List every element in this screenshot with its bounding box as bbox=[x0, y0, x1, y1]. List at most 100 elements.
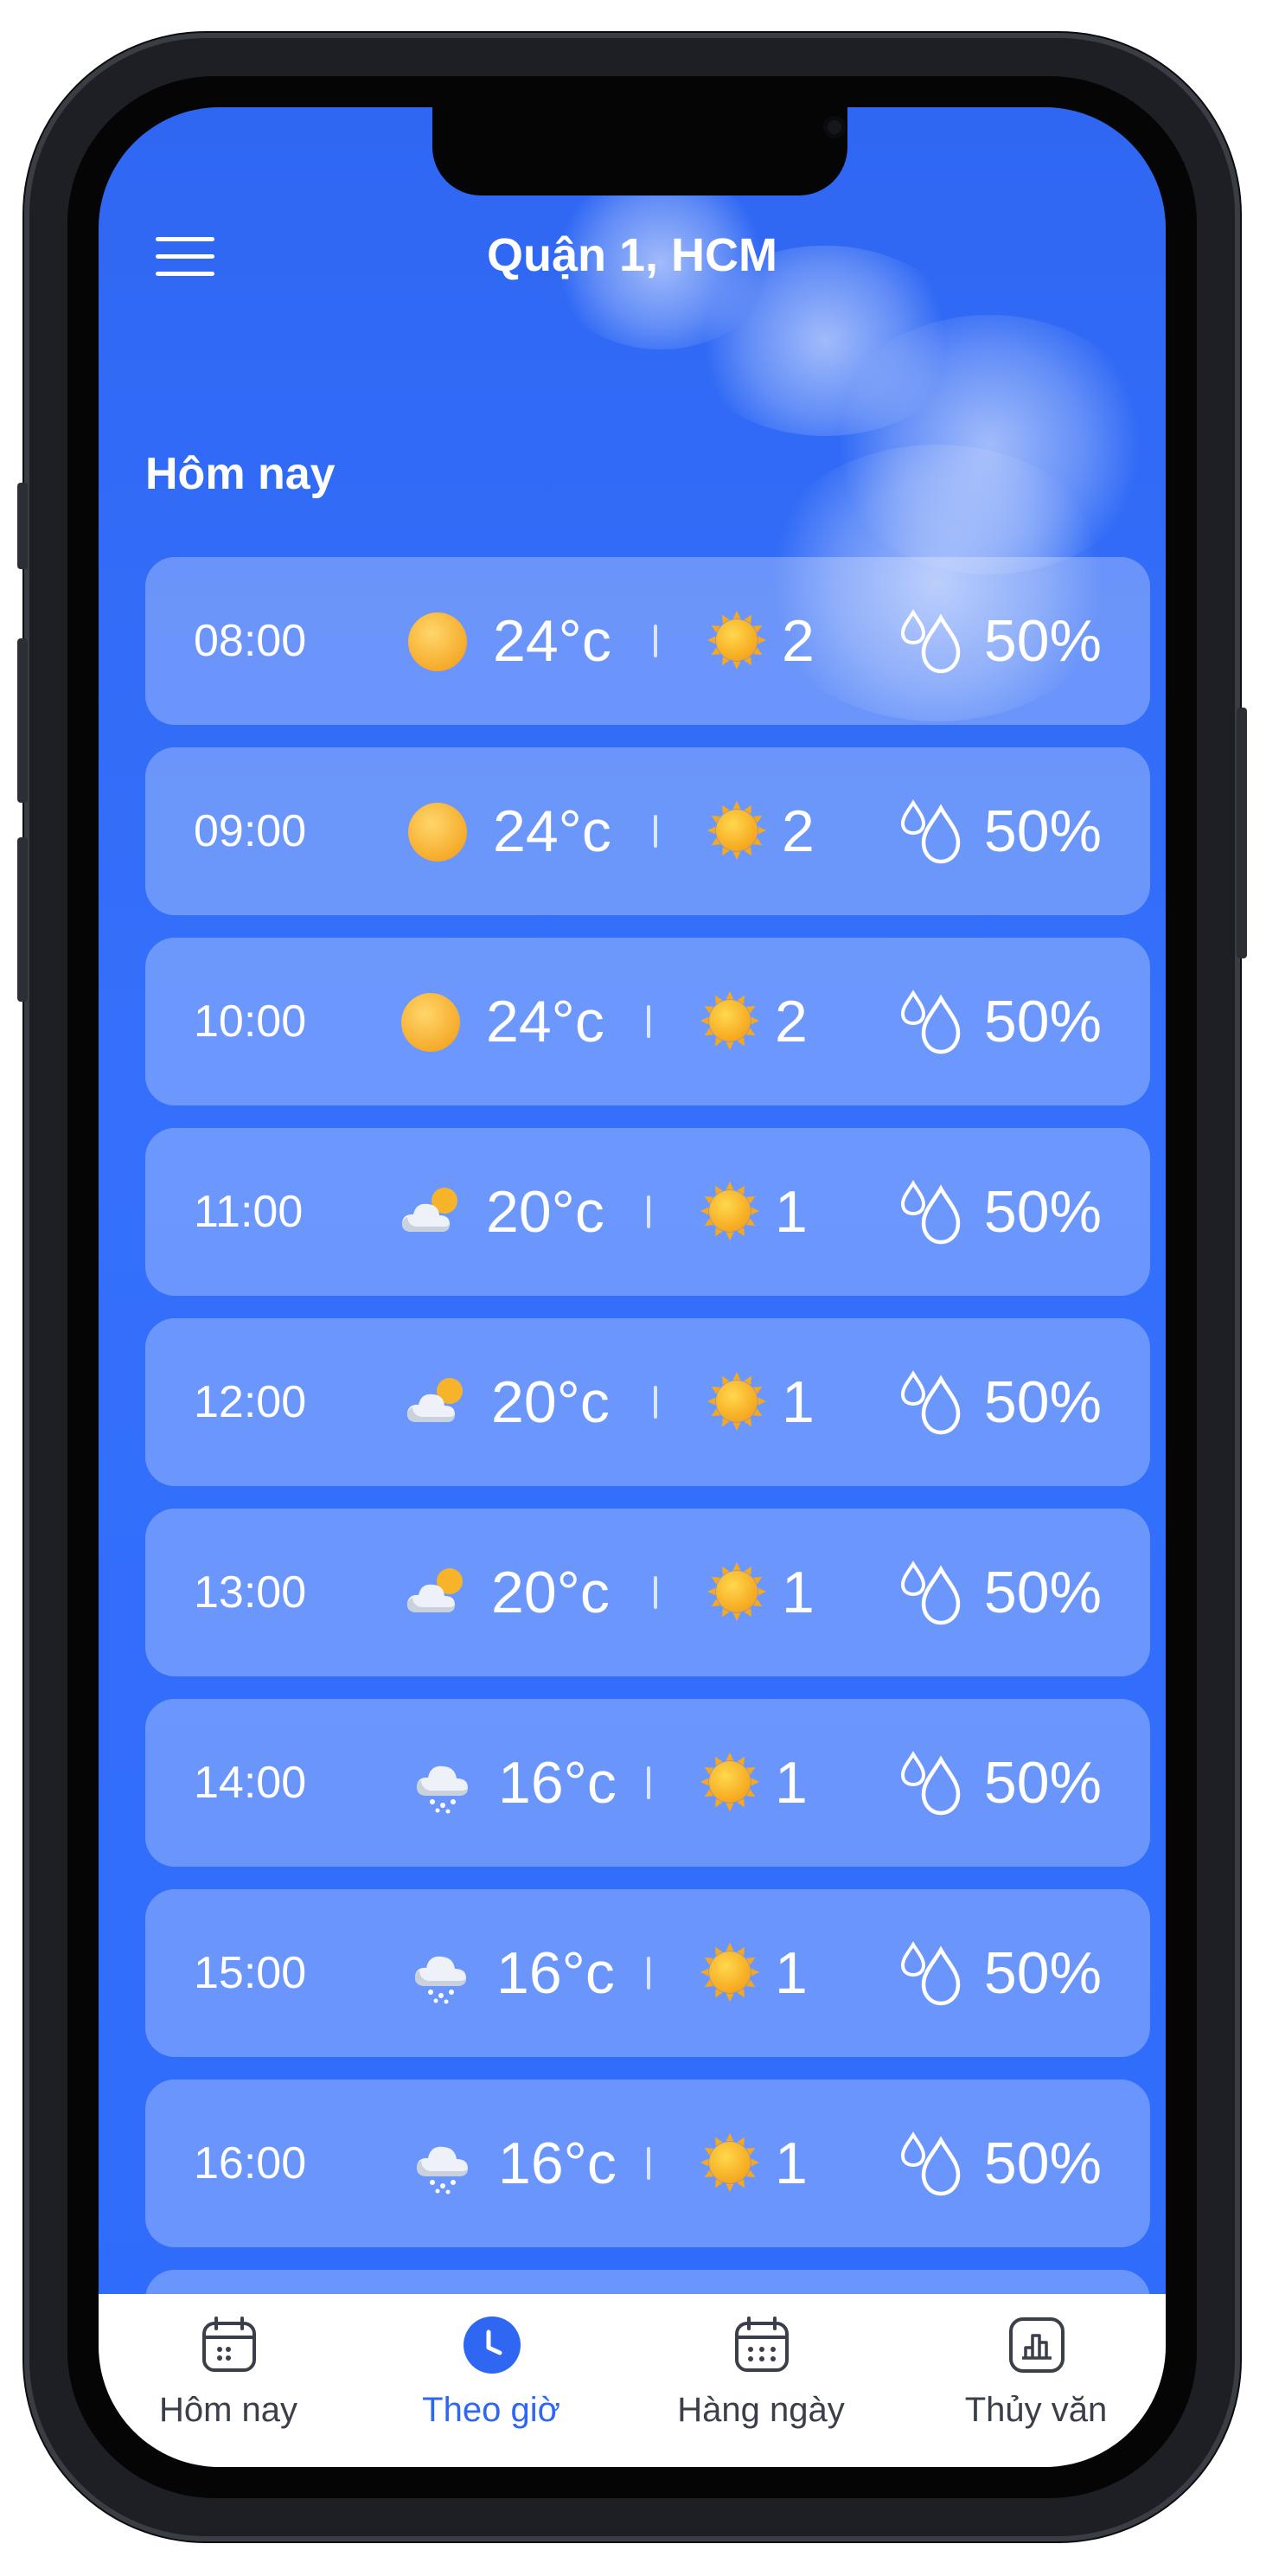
uv-sun-icon bbox=[704, 798, 770, 863]
hour-time: 12:00 bbox=[194, 1377, 307, 1427]
chart-icon bbox=[1009, 2317, 1065, 2373]
uv-index: 1 bbox=[782, 1369, 815, 1435]
location-title[interactable]: Quận 1, HCM bbox=[99, 228, 1166, 282]
humidity-value: 50% bbox=[983, 989, 1102, 1054]
humidity-drops-icon bbox=[898, 2130, 965, 2199]
calendar-grid-icon bbox=[735, 2316, 789, 2372]
hour-temperature: 16°c bbox=[498, 2131, 617, 2196]
uv-sun-icon bbox=[704, 1368, 770, 1434]
hour-time: 09:00 bbox=[194, 806, 307, 856]
hour-row[interactable]: 11:00 20°c 1 50% bbox=[145, 1128, 1150, 1296]
hour-time: 14:00 bbox=[194, 1758, 307, 1808]
uv-sun-icon bbox=[697, 1939, 763, 2005]
tab-label: Theo giờ bbox=[422, 2391, 560, 2429]
action-button bbox=[17, 483, 28, 569]
tab-hom-nay[interactable]: Hôm nay bbox=[99, 2315, 358, 2453]
tab-label: Thủy văn bbox=[964, 2391, 1108, 2429]
humidity-value: 50% bbox=[983, 2131, 1102, 2196]
divider bbox=[647, 1766, 650, 1799]
phone-frame: Quận 1, HCM Hôm nay 08:00 24°c 2 50% 09:00 24… bbox=[17, 33, 1247, 2541]
humidity-drops-icon bbox=[898, 798, 965, 867]
humidity-value: 50% bbox=[983, 608, 1102, 674]
app-screen: Quận 1, HCM Hôm nay 08:00 24°c 2 50% 09:00 24… bbox=[99, 107, 1166, 2467]
tab-label: Hôm nay bbox=[158, 2391, 298, 2429]
uv-sun-icon bbox=[704, 1559, 770, 1624]
uv-index: 2 bbox=[782, 608, 815, 674]
uv-sun-icon bbox=[697, 2130, 763, 2195]
uv-index: 1 bbox=[775, 1179, 808, 1245]
divider bbox=[647, 2147, 650, 2180]
notch bbox=[432, 107, 847, 195]
phone-bezel: Quận 1, HCM Hôm nay 08:00 24°c 2 50% 09:00 24… bbox=[67, 76, 1197, 2498]
hour-time: 08:00 bbox=[194, 616, 307, 666]
hour-row[interactable]: 14:00 16°c 1 50% bbox=[145, 1699, 1150, 1867]
sun-icon bbox=[406, 611, 469, 673]
hour-row[interactable]: 12:00 20°c 1 50% bbox=[145, 1318, 1150, 1486]
hour-temperature: 16°c bbox=[496, 1940, 615, 2006]
uv-sun-icon bbox=[697, 988, 763, 1054]
divider bbox=[654, 1576, 657, 1609]
sun-icon bbox=[406, 801, 469, 863]
hour-time: 10:00 bbox=[194, 996, 307, 1047]
snow-cloud-icon bbox=[412, 1943, 474, 2005]
partly-cloudy-icon bbox=[405, 1372, 467, 1434]
hour-temperature: 20°c bbox=[486, 1179, 604, 1245]
hour-row[interactable]: 10:00 24°c 2 50% bbox=[145, 938, 1150, 1105]
clock-icon bbox=[464, 2316, 521, 2374]
humidity-drops-icon bbox=[898, 1749, 965, 1818]
hour-temperature: 24°c bbox=[493, 798, 611, 864]
snow-cloud-icon bbox=[413, 2133, 476, 2195]
bottom-tab-bar: Hôm nay Theo giờ Hàng ngày Thủy văn bbox=[99, 2294, 1166, 2467]
humidity-value: 50% bbox=[983, 798, 1102, 864]
tab-thuy-van[interactable]: Thủy văn bbox=[906, 2315, 1166, 2453]
front-camera bbox=[823, 116, 846, 138]
hour-time: 13:00 bbox=[194, 1567, 307, 1618]
humidity-drops-icon bbox=[898, 1368, 965, 1438]
humidity-value: 50% bbox=[983, 1560, 1102, 1625]
divider bbox=[647, 1005, 650, 1038]
hour-temperature: 24°c bbox=[493, 608, 611, 674]
partly-cloudy-icon bbox=[405, 1562, 467, 1624]
divider bbox=[654, 815, 657, 848]
humidity-value: 50% bbox=[983, 1750, 1102, 1816]
hour-row[interactable]: 16:00 16°c 1 50% bbox=[145, 2079, 1150, 2247]
humidity-drops-icon bbox=[898, 1559, 965, 1628]
power-button bbox=[1237, 708, 1247, 958]
calendar-day-icon bbox=[202, 2316, 256, 2372]
uv-sun-icon bbox=[704, 607, 770, 673]
hour-row[interactable]: 09:00 24°c 2 50% bbox=[145, 747, 1150, 915]
tab-label: Hàng ngày bbox=[677, 2391, 845, 2429]
partly-cloudy-icon bbox=[400, 1182, 462, 1244]
humidity-value: 50% bbox=[983, 1179, 1102, 1245]
divider bbox=[647, 1195, 650, 1228]
hour-temperature: 16°c bbox=[498, 1750, 617, 1816]
hour-time: 16:00 bbox=[194, 2138, 307, 2188]
uv-sun-icon bbox=[697, 1178, 763, 1244]
volume-up-button bbox=[17, 638, 28, 803]
humidity-drops-icon bbox=[898, 1178, 965, 1247]
humidity-value: 50% bbox=[983, 1940, 1102, 2006]
divider bbox=[647, 1957, 650, 1990]
uv-index: 1 bbox=[775, 1750, 808, 1816]
uv-index: 1 bbox=[775, 2131, 808, 2196]
section-title: Hôm nay bbox=[145, 449, 336, 499]
snow-cloud-icon bbox=[413, 1753, 476, 1815]
humidity-drops-icon bbox=[898, 988, 965, 1057]
humidity-drops-icon bbox=[898, 1939, 965, 2009]
hour-row[interactable]: 13:00 20°c 1 50% bbox=[145, 1509, 1150, 1676]
uv-index: 2 bbox=[782, 798, 815, 864]
humidity-value: 50% bbox=[983, 1369, 1102, 1435]
tab-hang-ngay[interactable]: Hàng ngày bbox=[631, 2315, 891, 2453]
uv-index: 1 bbox=[775, 1940, 808, 2006]
tab-theo-gio[interactable]: Theo giờ bbox=[361, 2315, 621, 2453]
sun-icon bbox=[400, 991, 462, 1054]
hour-temperature: 20°c bbox=[491, 1369, 610, 1435]
hour-temperature: 24°c bbox=[486, 989, 604, 1054]
hour-row[interactable]: 15:00 16°c 1 50% bbox=[145, 1889, 1150, 2057]
volume-down-button bbox=[17, 837, 28, 1002]
uv-index: 1 bbox=[782, 1560, 815, 1625]
hour-temperature: 20°c bbox=[491, 1560, 610, 1625]
divider bbox=[654, 625, 657, 657]
hour-row[interactable]: 08:00 24°c 2 50% bbox=[145, 557, 1150, 725]
hour-time: 15:00 bbox=[194, 1948, 307, 1998]
